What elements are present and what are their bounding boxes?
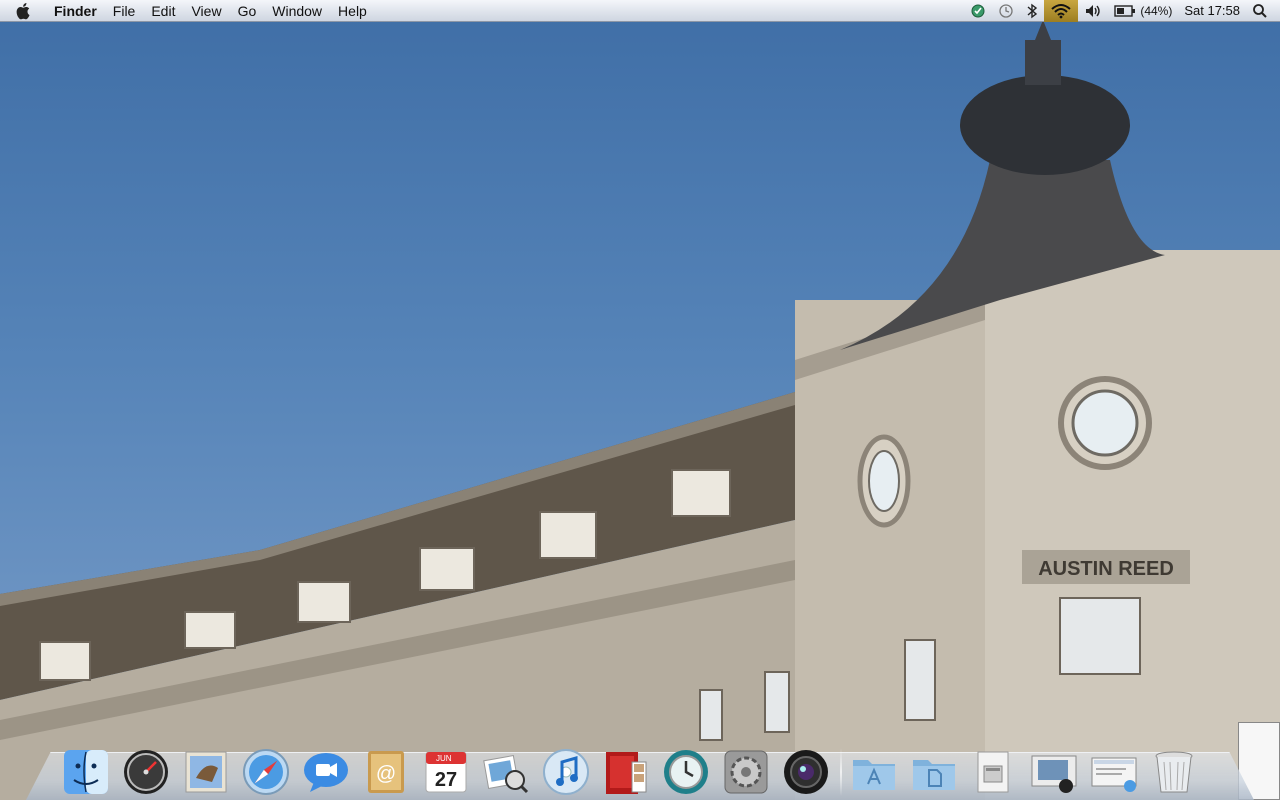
menu-window[interactable]: Window [264, 0, 330, 22]
iphoto-camera-icon [784, 750, 828, 794]
spotlight-icon[interactable] [1246, 0, 1274, 22]
system-preferences-icon [724, 750, 768, 794]
minimized-window-1-icon [1031, 755, 1077, 793]
sync-icon[interactable] [964, 0, 992, 22]
ical-month: JUN [436, 754, 452, 763]
wifi-icon[interactable] [1044, 0, 1079, 22]
dock-system-preferences[interactable] [720, 744, 772, 800]
dock-trash[interactable] [1148, 744, 1200, 800]
apple-menu-icon[interactable] [0, 0, 48, 22]
ical-day: 27 [435, 769, 457, 791]
dock-applications-folder[interactable] [848, 744, 900, 800]
mail-icon [185, 751, 227, 793]
menu-bar: Finder File Edit View Go Window Help (44… [0, 0, 1280, 22]
dock-safari[interactable] [240, 744, 292, 800]
safari-icon [243, 749, 289, 795]
menu-go[interactable]: Go [230, 0, 265, 22]
trash-icon [1155, 751, 1193, 793]
dock-camera-app[interactable] [780, 744, 832, 800]
dock-itunes[interactable] [540, 744, 592, 800]
dock-ical[interactable]: JUN 27 [420, 744, 472, 800]
dock-separator [840, 748, 842, 796]
bluetooth-icon[interactable] [1020, 0, 1044, 22]
applications-folder-icon [853, 760, 895, 790]
ical-icon: JUN 27 [425, 751, 467, 793]
menu-help[interactable]: Help [330, 0, 375, 22]
preview-icon [483, 755, 529, 794]
dock: @ JUN 27 [60, 724, 1230, 800]
building-sign: AUSTIN REED [1038, 558, 1174, 580]
app-menu-finder[interactable]: Finder [48, 0, 105, 22]
clock[interactable]: Sat 17:58 [1178, 0, 1246, 22]
time-machine-icon[interactable] [992, 0, 1020, 22]
dock-minimized-window-2[interactable] [1088, 744, 1140, 800]
dock-minimized-window-1[interactable] [1028, 744, 1080, 800]
battery-percent: (44%) [1140, 3, 1173, 18]
installer-disk-icon [977, 751, 1009, 793]
battery-icon [1114, 4, 1136, 17]
desktop-wallpaper: AUSTIN REED [0, 0, 1280, 800]
documents-folder-icon [913, 760, 955, 790]
menu-file[interactable]: File [105, 0, 144, 22]
address-book-icon: @ [368, 751, 404, 793]
dock-documents-folder[interactable] [908, 744, 960, 800]
dashboard-icon [124, 750, 168, 794]
dock-installer-disk[interactable] [968, 744, 1020, 800]
menu-view[interactable]: View [183, 0, 229, 22]
menu-edit[interactable]: Edit [143, 0, 183, 22]
itunes-icon [543, 749, 589, 795]
time-machine-icon [664, 750, 708, 794]
dock-mail[interactable] [180, 744, 232, 800]
ichat-icon [304, 753, 348, 792]
minimized-window-2-icon [1091, 757, 1137, 792]
volume-icon[interactable] [1078, 0, 1108, 22]
photo-booth-icon [606, 752, 647, 794]
dock-time-machine[interactable] [660, 744, 712, 800]
finder-icon [64, 750, 108, 794]
battery-status[interactable]: (44%) [1108, 0, 1178, 22]
dock-address-book[interactable]: @ [360, 744, 412, 800]
dock-preview[interactable] [480, 744, 532, 800]
dock-ichat[interactable] [300, 744, 352, 800]
dock-finder[interactable] [60, 744, 112, 800]
dock-dashboard[interactable] [120, 744, 172, 800]
dock-photo-booth[interactable] [600, 744, 652, 800]
svg-text:@: @ [376, 763, 396, 785]
